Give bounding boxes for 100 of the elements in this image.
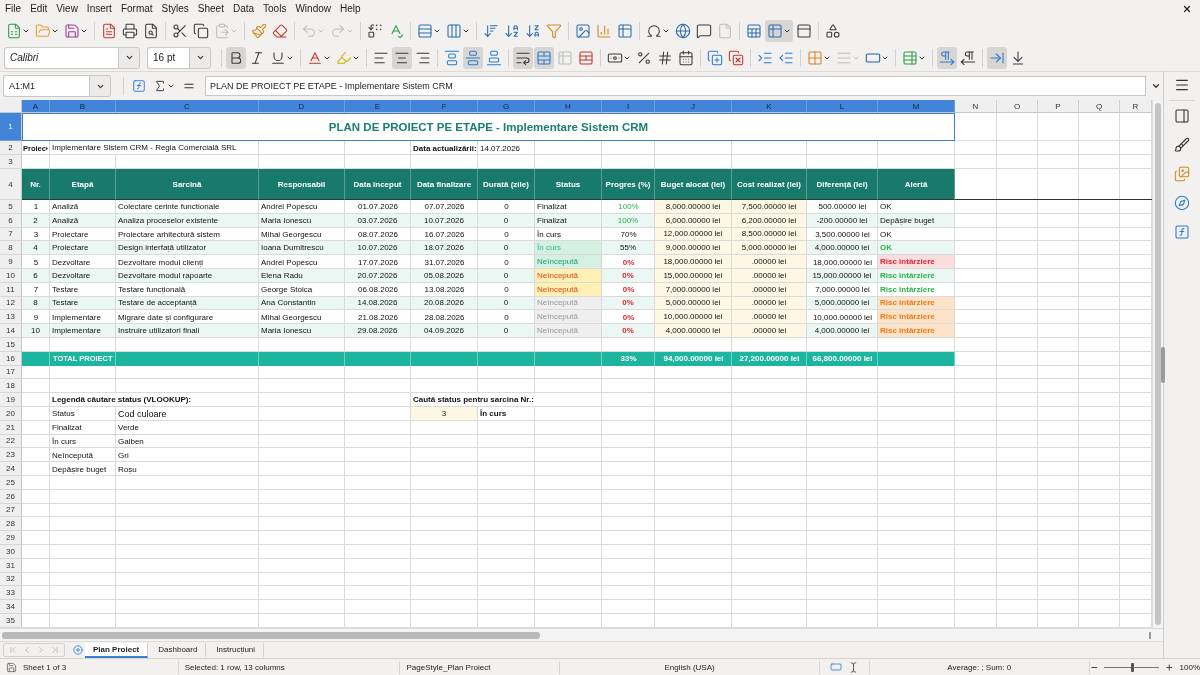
table-cell-text: 3 [32, 229, 40, 241]
column-header[interactable]: F [411, 100, 478, 113]
row-header[interactable]: 13 [0, 310, 22, 325]
compass-icon[interactable] [1174, 195, 1190, 211]
sheet-tab[interactable]: Dashboard [150, 642, 207, 658]
table-cell-text: În curs [51, 435, 77, 448]
table-cell-text: 0 [503, 284, 510, 297]
menu-item[interactable]: View [52, 2, 83, 16]
column-header[interactable]: C [116, 100, 259, 113]
column-header[interactable]: R [1120, 100, 1152, 113]
sheet-tab[interactable]: Plan Proiect [85, 642, 149, 658]
left-to-right-button[interactable] [937, 46, 957, 69]
wrap-text-button[interactable] [513, 46, 533, 69]
row-header[interactable]: 19 [0, 393, 22, 407]
slider-thumb[interactable] [1130, 662, 1134, 672]
horizontal-scrollbar[interactable] [2, 631, 1151, 639]
font-name-field[interactable]: Calibri [4, 46, 118, 69]
row-header[interactable]: 29 [0, 531, 22, 545]
row-header[interactable]: 3 [0, 155, 22, 169]
split-cells-icon [578, 49, 594, 66]
table-cell-text: 0% [621, 311, 636, 324]
menu-item[interactable]: File [1, 2, 27, 16]
column-header[interactable]: B [50, 100, 116, 113]
name-box[interactable]: A1:M1 [3, 75, 89, 97]
panel-icon[interactable] [1174, 108, 1190, 124]
rectangle-icon[interactable] [829, 661, 842, 673]
corner-cell[interactable] [0, 100, 22, 113]
column-header[interactable]: Q [1079, 100, 1120, 113]
row-header[interactable]: 1 [0, 113, 22, 141]
close-icon[interactable] [1182, 4, 1192, 14]
zoom-level[interactable]: 100% [1179, 662, 1200, 672]
formula-input[interactable]: PLAN DE PROIECT PE ETAPE - Implementare Sistem CRM [205, 76, 1146, 96]
row-header[interactable]: 24 [0, 462, 22, 476]
table-cell-text: Testare [51, 284, 80, 297]
printer-icon [122, 23, 138, 39]
bold-button[interactable] [226, 46, 246, 69]
table-cell: 03.07.2026 [345, 213, 411, 228]
menu-item[interactable]: Edit [26, 2, 53, 16]
menu-item[interactable]: Insert [82, 2, 117, 16]
clip-marker-icon [45, 145, 48, 151]
column-header[interactable]: G [478, 100, 535, 113]
table-cell: Maria Ionescu [259, 324, 345, 338]
align-center-button[interactable] [392, 46, 412, 69]
column-header[interactable]: K [732, 100, 807, 113]
row-header[interactable]: 28 [0, 517, 22, 532]
column-header[interactable]: O [997, 100, 1038, 113]
menu-item[interactable]: Data [228, 2, 260, 16]
column-header[interactable]: J [655, 100, 732, 113]
menu-icon[interactable] [1174, 77, 1190, 93]
plus-icon[interactable] [1165, 662, 1174, 672]
language-status[interactable]: English (USA) [664, 662, 715, 672]
menu-item[interactable]: Styles [157, 2, 194, 16]
table-cell: Elena Radu [259, 269, 345, 283]
menu-item[interactable]: Tools [259, 2, 292, 16]
row-header[interactable]: 9 [0, 255, 22, 269]
spreadsheet-icon [6, 23, 22, 39]
table-cell-text: Neîncepută [51, 449, 94, 462]
function-icon[interactable] [1174, 224, 1190, 240]
row-header[interactable]: 18 [0, 379, 22, 394]
font-size-field[interactable]: 16 pt [147, 46, 189, 69]
menu-item[interactable]: Help [336, 2, 366, 16]
column-header[interactable]: N [955, 100, 997, 113]
row-header[interactable]: 34 [0, 600, 22, 614]
row-header[interactable]: 4 [0, 169, 22, 200]
align-middle-button[interactable] [463, 46, 483, 69]
table-cell-text: Status [51, 408, 76, 421]
save-icon[interactable] [6, 661, 17, 673]
paintbrush-icon [251, 23, 267, 39]
row-header[interactable]: 8 [0, 241, 22, 256]
plus-circle-icon[interactable] [73, 645, 83, 655]
menu-item[interactable]: Sheet [193, 2, 229, 16]
menu-item[interactable]: Window [291, 2, 336, 16]
sheet-tab[interactable]: Instrucțiuni [208, 642, 265, 658]
shapes-icon [825, 23, 841, 39]
text-horizontal-button[interactable] [987, 46, 1007, 69]
merge-center-button[interactable] [534, 46, 554, 69]
row-header[interactable]: 14 [0, 324, 22, 338]
caret-icon [80, 27, 88, 35]
column-header[interactable]: L [807, 100, 878, 113]
column-header[interactable]: D [259, 100, 345, 113]
column-header[interactable]: A [22, 100, 50, 113]
row-header[interactable]: 33 [0, 586, 22, 601]
row-header[interactable]: 23 [0, 448, 22, 463]
column-header[interactable]: H [535, 100, 602, 113]
brush-icon[interactable] [1174, 137, 1190, 153]
scrollbar-thumb[interactable] [2, 631, 540, 639]
column-header[interactable]: M [878, 100, 955, 113]
column-header[interactable]: E [345, 100, 411, 113]
row-header[interactable]: 5 [0, 200, 22, 214]
images-icon[interactable] [1174, 166, 1190, 182]
freeze-button[interactable] [765, 20, 793, 42]
column-header[interactable]: I [602, 100, 655, 113]
menu-item[interactable]: Format [116, 2, 158, 16]
table-cell-text: 9 [32, 311, 40, 324]
sum-status: Average: ; Sum: 0 [947, 662, 1012, 672]
table-cell: 7,500.00000 lei [732, 200, 807, 214]
row-header[interactable]: 2 [0, 141, 22, 155]
sidebar-handle[interactable] [1161, 347, 1165, 383]
table-cell: .00000 lei [732, 324, 807, 338]
column-header[interactable]: P [1038, 100, 1079, 113]
